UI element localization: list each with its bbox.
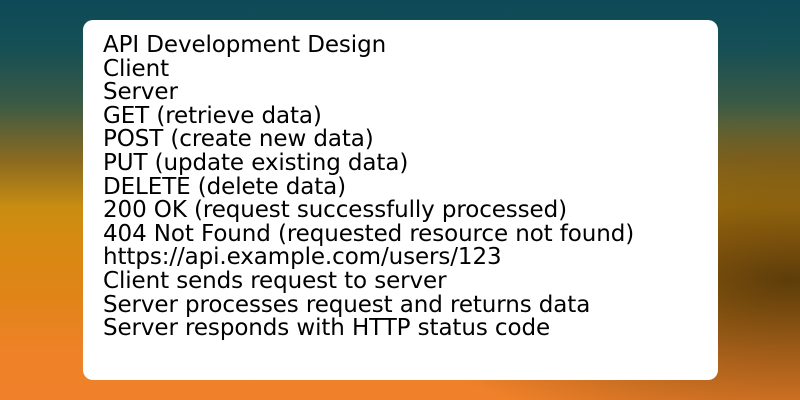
line-status-404: 404 Not Found (requested resource not fo… [103,220,635,247]
line-server-process: Server processes request and returns dat… [103,291,591,318]
line-delete-method: DELETE (delete data) [103,173,347,200]
content-card: API Development Design Client Server GET… [83,20,718,380]
diagram-title: API Development Design [103,32,387,58]
line-client-request: Client sends request to server [103,267,447,294]
line-put-method: PUT (update existing data) [103,149,409,176]
line-status-200: 200 OK (request successfully processed) [103,197,567,224]
line-client: Client [103,55,169,82]
line-example-url: https://api.example.com/users/123 [103,244,502,271]
line-get-method: GET (retrieve data) [103,102,322,129]
line-server-response: Server responds with HTTP status code [103,315,550,342]
line-server: Server [103,79,178,106]
text-list: API Development Design Client Server GET… [103,32,718,342]
line-post-method: POST (create new data) [103,126,374,153]
